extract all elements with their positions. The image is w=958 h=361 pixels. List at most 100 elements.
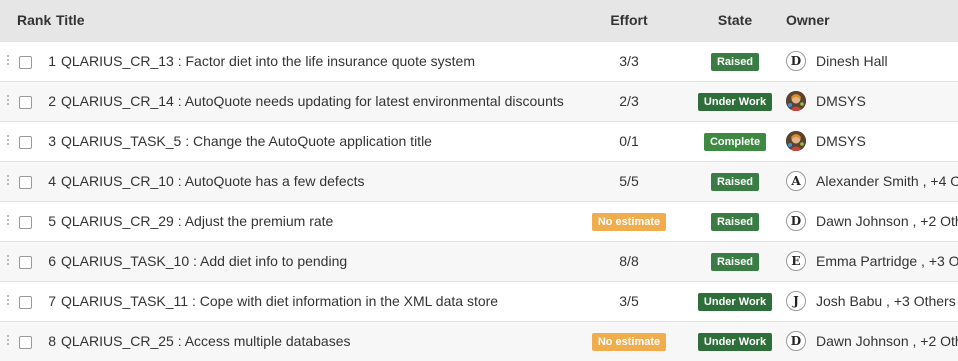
effort-cell: 3/3 [570, 41, 688, 81]
owner-name[interactable]: Dawn Johnson [816, 213, 909, 229]
effort-cell: 0/1 [570, 121, 688, 161]
state-badge: Raised [710, 172, 760, 191]
state-badge: Under Work [697, 332, 773, 351]
owner-others-link[interactable]: +4 Others [930, 173, 958, 189]
row-checkbox-cell [10, 81, 36, 121]
drag-handle[interactable] [0, 81, 10, 121]
owner-info: E Emma Partridge , +3 Others [782, 251, 958, 271]
item-title-cell: QLARIUS_CR_29 : Adjust the premium rate [56, 201, 570, 241]
owner-cell: DMSYS [782, 121, 958, 161]
owner-info: D Dinesh Hall [782, 51, 958, 71]
owner-name[interactable]: Emma Partridge [816, 253, 917, 269]
owner-others-link[interactable]: +2 Others [920, 213, 958, 229]
table-row[interactable]: 3 QLARIUS_TASK_5 : Change the AutoQuote … [0, 121, 958, 161]
item-title-link[interactable]: QLARIUS_CR_25 : Access multiple database… [56, 333, 350, 349]
state-cell: Under Work [688, 281, 782, 321]
item-title-link[interactable]: QLARIUS_TASK_5 : Change the AutoQuote ap… [56, 133, 432, 149]
effort-value: 0/1 [619, 133, 639, 149]
table-row[interactable]: 7 QLARIUS_TASK_11 : Cope with diet infor… [0, 281, 958, 321]
drag-handle[interactable] [0, 41, 10, 81]
owner-name[interactable]: Alexander Smith [816, 173, 919, 189]
row-checkbox-cell [10, 321, 36, 361]
state-badge: Raised [710, 252, 760, 271]
row-checkbox[interactable] [19, 255, 32, 269]
drag-handle[interactable] [0, 241, 10, 281]
rank-number: 4 [48, 173, 56, 189]
table-row[interactable]: 6 QLARIUS_TASK_10 : Add diet info to pen… [0, 241, 958, 281]
rank-number: 2 [48, 93, 56, 109]
table-row[interactable]: 4 QLARIUS_CR_10 : AutoQuote has a few de… [0, 161, 958, 201]
effort-cell: 2/3 [570, 81, 688, 121]
state-badge: Under Work [697, 92, 773, 111]
row-checkbox[interactable] [19, 336, 32, 350]
state-cell: Under Work [688, 81, 782, 121]
owner-name[interactable]: Dawn Johnson [816, 333, 909, 349]
row-checkbox[interactable] [19, 55, 32, 69]
owner-avatar: J [786, 291, 806, 311]
item-title-cell: QLARIUS_TASK_5 : Change the AutoQuote ap… [56, 121, 570, 161]
column-header-title[interactable]: Title [56, 0, 570, 41]
owner-cell: J Josh Babu , +3 Others [782, 281, 958, 321]
effort-cell: 3/5 [570, 281, 688, 321]
table-row[interactable]: 1 QLARIUS_CR_13 : Factor diet into the l… [0, 41, 958, 81]
column-header-state[interactable]: State [688, 0, 782, 41]
user-photo-icon [786, 131, 806, 151]
column-header-rank[interactable]: Rank [0, 0, 56, 41]
row-checkbox[interactable] [19, 135, 32, 149]
rank-number: 5 [48, 213, 56, 229]
drag-handle[interactable] [0, 201, 10, 241]
owner-name[interactable]: DMSYS [816, 133, 866, 149]
item-title-cell: QLARIUS_CR_10 : AutoQuote has a few defe… [56, 161, 570, 201]
table-body: 1 QLARIUS_CR_13 : Factor diet into the l… [0, 41, 958, 361]
work-items-table: Rank Title Effort State Owner 1 QLARIUS_… [0, 0, 958, 361]
row-checkbox[interactable] [19, 215, 32, 229]
owner-avatar [786, 91, 806, 111]
row-checkbox-cell [10, 281, 36, 321]
owner-others-link[interactable]: +2 Others [920, 333, 958, 349]
state-cell: Raised [688, 161, 782, 201]
item-title-link[interactable]: QLARIUS_CR_13 : Factor diet into the lif… [56, 53, 475, 69]
owner-avatar: D [786, 211, 806, 231]
owner-name[interactable]: Dinesh Hall [816, 53, 888, 69]
owner-name[interactable]: Josh Babu [816, 293, 882, 309]
row-checkbox[interactable] [19, 95, 32, 109]
table-row[interactable]: 2 QLARIUS_CR_14 : AutoQuote needs updati… [0, 81, 958, 121]
item-title-link[interactable]: QLARIUS_TASK_11 : Cope with diet informa… [56, 293, 498, 309]
owner-avatar: A [786, 171, 806, 191]
item-title-cell: QLARIUS_CR_14 : AutoQuote needs updating… [56, 81, 570, 121]
table-row[interactable]: 8 QLARIUS_CR_25 : Access multiple databa… [0, 321, 958, 361]
owner-name[interactable]: DMSYS [816, 93, 866, 109]
owner-avatar: D [786, 51, 806, 71]
owner-separator: , [908, 333, 921, 350]
item-title-cell: QLARIUS_TASK_11 : Cope with diet informa… [56, 281, 570, 321]
column-header-effort[interactable]: Effort [570, 0, 688, 41]
drag-handle[interactable] [0, 161, 10, 201]
owner-separator: , [918, 173, 931, 189]
rank-number: 1 [48, 53, 56, 69]
row-checkbox[interactable] [19, 175, 32, 189]
item-title-link[interactable]: QLARIUS_TASK_10 : Add diet info to pendi… [56, 253, 347, 269]
owner-cell: DMSYS [782, 81, 958, 121]
item-title-link[interactable]: QLARIUS_CR_10 : AutoQuote has a few defe… [56, 173, 365, 189]
item-title-link[interactable]: QLARIUS_CR_14 : AutoQuote needs updating… [56, 93, 564, 109]
state-cell: Raised [688, 41, 782, 81]
no-estimate-badge: No estimate [591, 332, 667, 351]
owner-others-link[interactable]: +3 Others [894, 293, 956, 309]
owner-cell: D Dawn Johnson , +2 Others [782, 201, 958, 241]
item-title-cell: QLARIUS_CR_25 : Access multiple database… [56, 321, 570, 361]
owner-info: A Alexander Smith , +4 Others [782, 171, 958, 191]
drag-handle[interactable] [0, 281, 10, 321]
drag-handle[interactable] [0, 321, 10, 361]
effort-cell: No estimate [570, 201, 688, 241]
owner-avatar: E [786, 251, 806, 271]
owner-cell: E Emma Partridge , +3 Others [782, 241, 958, 281]
item-title-link[interactable]: QLARIUS_CR_29 : Adjust the premium rate [56, 213, 333, 229]
table-header-row: Rank Title Effort State Owner [0, 0, 958, 41]
owner-others-link[interactable]: +3 Others [929, 253, 958, 269]
drag-handle[interactable] [0, 121, 10, 161]
table-row[interactable]: 5 QLARIUS_CR_29 : Adjust the premium rat… [0, 201, 958, 241]
column-header-owner[interactable]: Owner [782, 0, 958, 41]
state-badge: Under Work [697, 292, 773, 311]
owner-info: DMSYS [782, 131, 958, 151]
row-checkbox[interactable] [19, 295, 32, 309]
